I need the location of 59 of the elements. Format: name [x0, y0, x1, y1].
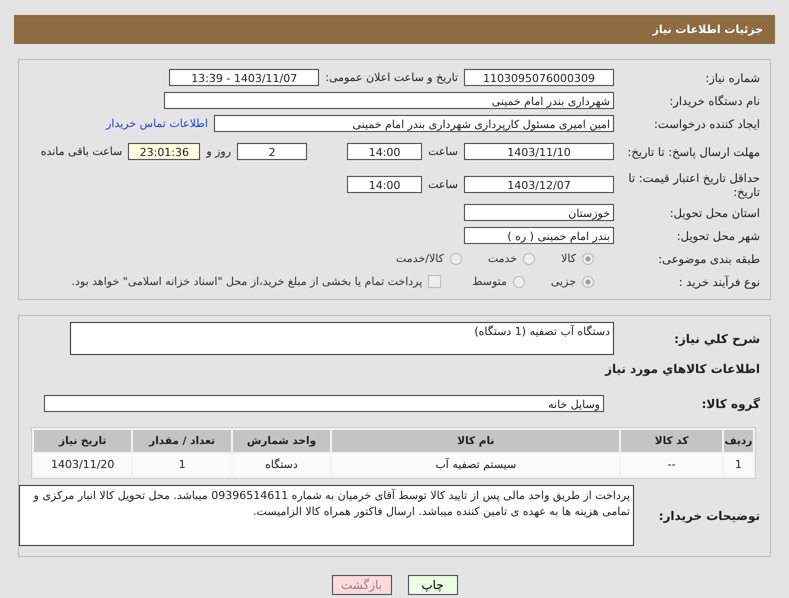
buyer-notes-field: پرداخت از طریق واحد مالی پس از تایید کالا توسط آقای خرمیان به شماره 09396514611 میباشد. محل تحویل کالا انبار مرکزی و تمامی هزینه ها به عهده ی تامین کننده میباشد. ارسال فاکتور همراه کالا الزامیست.: [19, 485, 634, 546]
province-field: خوزستان: [464, 204, 614, 221]
buyer-contact-link[interactable]: اطلاعات تماس خریدار: [106, 117, 208, 130]
table-cell: 1: [724, 454, 753, 476]
radio-label: کالا/خدمت: [396, 252, 444, 265]
need-number-field: 1103095076000309: [464, 69, 614, 86]
field-label: روز و: [206, 145, 232, 158]
radio-button[interactable]: [450, 252, 462, 264]
radio-label: متوسط: [472, 275, 507, 288]
description-field: دستگاه آب تصفیه (1 دستگاه): [70, 322, 614, 355]
radio-label: جزیی: [550, 275, 576, 288]
radio-button[interactable]: [512, 276, 525, 288]
column-header: واحد شمارش: [232, 430, 330, 452]
field-label: ایجاد کننده درخواست:: [653, 116, 760, 130]
column-header: تعداد / مقدار: [133, 430, 231, 452]
announce-date-field: 1403/11/07 - 13:39: [169, 69, 320, 86]
table-cell: --: [621, 454, 722, 476]
field-label: ساعت: [428, 145, 458, 158]
field-label: شهر محل تحویل:: [676, 228, 760, 242]
radio-label: کالا: [561, 252, 576, 265]
page-title: جزئیات اطلاعات نیاز: [652, 23, 763, 36]
field-label: طبقه بندی موضوعی:: [657, 252, 760, 266]
deadline-date-field: 1403/11/10: [464, 143, 614, 160]
field-label: ساعت: [428, 178, 458, 191]
field-label: گروه کالا:: [700, 396, 760, 410]
field-label: شرح کلي نیاز:: [673, 332, 760, 346]
table-cell: دستگاه: [232, 454, 330, 476]
city-field: بندر امام خمینی ( ره ): [464, 227, 614, 244]
field-label: نام دستگاه خریدار:: [668, 94, 760, 108]
days-field: 2: [237, 143, 308, 160]
creator-field: امین امیری مسئول کارپردازی شهرداری بندر امام خمینی: [214, 115, 614, 132]
column-header: کد کالا: [621, 430, 722, 452]
column-header: ردیف: [724, 430, 753, 452]
field-label: حداقل تاریخ اعتبار قیمت: تا تاریخ:: [627, 170, 760, 198]
radio-button[interactable]: [582, 252, 594, 264]
deadline-time-field: 14:00: [347, 143, 422, 160]
validity-time-field: 14:00: [347, 176, 422, 193]
radio-button[interactable]: [523, 252, 536, 264]
table-cell: 1403/11/20: [34, 454, 132, 476]
checkbox-label: پرداخت تمام یا بخشی از مبلغ خرید،از محل "اسناد خزانه اسلامی" خواهد بود.: [72, 275, 422, 288]
field-label: شماره نیاز:: [704, 70, 760, 84]
table-cell: 1: [133, 454, 231, 476]
column-header: تاریخ نیاز: [34, 430, 132, 452]
field-label: مهلت ارسال پاسخ: تا تاریخ:: [626, 144, 760, 158]
remaining-time-field: 23:01:36: [128, 143, 200, 160]
buyer-name-field: شهرداری بندر امام خمینی: [164, 92, 614, 109]
field-label: استان محل تحویل:: [668, 206, 760, 220]
field-label: نوع فرآیند خرید :: [678, 274, 760, 288]
field-label: تاریخ و ساعت اعلان عمومی:: [325, 71, 458, 84]
field-label: ساعت باقی مانده: [40, 145, 122, 158]
section-heading: اطلاعات کالاهاي مورد نیاز: [605, 362, 760, 376]
radio-label: خدمت: [488, 252, 518, 265]
print-button[interactable]: چاپ: [408, 575, 458, 595]
table-cell: سیستم تصفیه آب: [332, 454, 620, 476]
column-header: نام کالا: [332, 430, 620, 452]
checkbox[interactable]: [428, 275, 442, 288]
radio-button[interactable]: [582, 276, 594, 288]
validity-date-field: 1403/12/07: [464, 176, 614, 193]
goods-group-field: وسایل خانه: [44, 395, 604, 412]
